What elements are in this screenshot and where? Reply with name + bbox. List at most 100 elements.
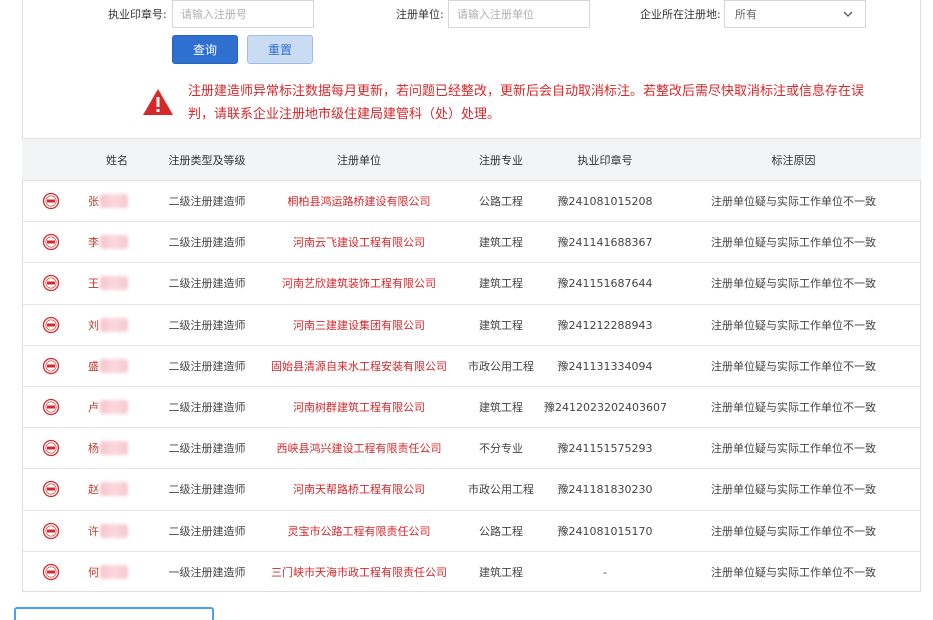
warning-stamp-icon — [42, 563, 60, 581]
seal-cell: 豫241212288943 — [544, 304, 666, 346]
name-redaction — [100, 400, 128, 415]
company-link[interactable]: 河南三建建设集团有限公司 — [260, 304, 458, 346]
name-cell: 何 — [80, 551, 154, 592]
company-link[interactable]: 灵宝市公路工程有限责任公司 — [260, 510, 458, 552]
table-row: 卢 二级注册建造师 河南树群建筑工程有限公司 建筑工程 豫24120232024… — [22, 386, 921, 429]
company-link[interactable]: 固始县清源自来水工程安装有限公司 — [260, 345, 458, 387]
stamp-cell — [22, 468, 80, 511]
warning-stamp-icon — [42, 481, 60, 498]
table-row: 赵 二级注册建造师 河南天帮路桥工程有限公司 市政公用工程 豫241181830… — [22, 468, 921, 511]
type-cell: 二级注册建造师 — [154, 468, 260, 511]
seal-cell: 豫241181830230 — [544, 468, 666, 511]
stamp-cell — [22, 180, 80, 223]
table-row: 张 二级注册建造师 桐柏县鸿运路桥建设有限公司 公路工程 豫2410810152… — [22, 180, 921, 223]
query-button[interactable]: 查询 — [172, 35, 238, 64]
header-unit: 注册单位 — [260, 138, 458, 181]
register-unit-label: 注册单位: — [396, 8, 444, 21]
name-redaction — [100, 358, 128, 373]
name-text: 卢 — [88, 401, 99, 415]
warning-icon — [143, 89, 173, 115]
register-unit-input[interactable] — [448, 0, 590, 28]
name-cell: 盛 — [80, 345, 154, 387]
seal-number-input[interactable] — [172, 0, 314, 28]
seal-cell: 豫241081015170 — [544, 510, 666, 552]
stamp-cell — [22, 427, 80, 470]
seal-cell: 豫241081015208 — [544, 180, 666, 223]
reason-cell: 注册单位疑与实际工作单位不一致 — [666, 468, 921, 511]
type-cell: 二级注册建造师 — [154, 345, 260, 387]
name-cell: 李 — [80, 221, 154, 264]
company-link[interactable]: 三门峡市天海市政工程有限责任公司 — [260, 551, 458, 592]
warning-stamp-icon — [42, 316, 60, 333]
table-header-row: 姓名 注册类型及等级 注册单位 注册专业 执业印章号 标注原因 — [22, 138, 921, 181]
name-cell: 杨 — [80, 427, 154, 470]
seal-cell: 豫241151575293 — [544, 427, 666, 470]
company-link[interactable]: 河南云飞建设工程有限公司 — [260, 221, 458, 264]
stamp-cell — [22, 386, 80, 429]
table-row: 王 二级注册建造师 河南艺欣建筑装饰工程有限公司 建筑工程 豫241151687… — [22, 262, 921, 305]
notice-text: 注册建造师异常标注数据每月更新，若问题已经整改，更新后会自动取消标注。若整改后需… — [188, 84, 865, 122]
header-type: 注册类型及等级 — [154, 138, 260, 181]
result-table: 姓名 注册类型及等级 注册单位 注册专业 执业印章号 标注原因 张 二级注册建造… — [22, 138, 921, 592]
major-cell: 公路工程 — [458, 180, 544, 223]
major-cell: 建筑工程 — [458, 262, 544, 305]
seal-cell: 豫2412023202403607 — [544, 386, 666, 429]
type-cell: 二级注册建造师 — [154, 262, 260, 305]
table-row: 刘 二级注册建造师 河南三建建设集团有限公司 建筑工程 豫24121228894… — [22, 304, 921, 346]
table-row: 杨 二级注册建造师 西峡县鸿兴建设工程有限责任公司 不分专业 豫24115157… — [22, 427, 921, 470]
type-cell: 二级注册建造师 — [154, 386, 260, 429]
name-text: 许 — [88, 524, 99, 538]
major-cell: 建筑工程 — [458, 304, 544, 346]
name-redaction — [100, 317, 128, 332]
warning-stamp-icon — [42, 234, 60, 251]
stamp-cell — [22, 551, 80, 592]
company-link[interactable]: 西峡县鸿兴建设工程有限责任公司 — [260, 427, 458, 470]
type-cell: 二级注册建造师 — [154, 304, 260, 346]
stamp-cell — [22, 345, 80, 387]
company-link[interactable]: 河南艺欣建筑装饰工程有限公司 — [260, 262, 458, 305]
reason-cell: 注册单位疑与实际工作单位不一致 — [711, 566, 876, 580]
name-cell: 卢 — [80, 386, 154, 429]
major-cell: 市政公用工程 — [458, 468, 544, 511]
company-link[interactable]: 桐柏县鸿运路桥建设有限公司 — [260, 180, 458, 223]
stamp-cell — [22, 262, 80, 305]
warning-stamp-icon — [42, 192, 60, 210]
reason-cell: 注册单位疑与实际工作单位不一致 — [666, 304, 921, 346]
bottom-input-edge[interactable] — [14, 607, 214, 620]
reason-cell: 注册单位疑与实际工作单位不一致 — [666, 345, 921, 387]
seal-number-label: 执业印章号: — [108, 8, 167, 21]
name-redaction — [100, 194, 128, 209]
name-redaction — [100, 523, 128, 538]
warning-stamp-icon — [42, 357, 60, 374]
name-text: 李 — [88, 236, 99, 250]
reason-cell: 注册单位疑与实际工作单位不一致 — [666, 221, 921, 264]
type-cell: 二级注册建造师 — [154, 221, 260, 264]
name-redaction — [100, 565, 128, 580]
stamp-cell — [22, 221, 80, 264]
table-row: 何 一级注册建造师 三门峡市天海市政工程有限责任公司 建筑工程 - 注册单位疑与… — [22, 551, 921, 592]
reason-cell: 注册单位疑与实际工作单位不一致 — [666, 262, 921, 305]
name-redaction — [100, 276, 128, 291]
name-redaction — [100, 235, 128, 250]
name-text: 赵 — [88, 483, 99, 497]
table-row: 李 二级注册建造师 河南云飞建设工程有限公司 建筑工程 豫24114168836… — [22, 221, 921, 264]
company-link[interactable]: 河南天帮路桥工程有限公司 — [260, 468, 458, 511]
seal-cell: - — [603, 565, 607, 579]
header-reason: 标注原因 — [666, 138, 921, 181]
reset-button[interactable]: 重置 — [247, 35, 313, 64]
warning-stamp-icon — [42, 275, 60, 292]
type-cell: 一级注册建造师 — [168, 566, 246, 580]
name-cell: 赵 — [80, 468, 154, 511]
major-cell: 建筑工程 — [458, 221, 544, 264]
reason-cell: 注册单位疑与实际工作单位不一致 — [666, 510, 921, 552]
company-link[interactable]: 河南树群建筑工程有限公司 — [260, 386, 458, 429]
seal-cell: 豫241131334094 — [544, 345, 666, 387]
warning-stamp-icon — [42, 440, 60, 457]
name-text: 何 — [88, 566, 99, 580]
name-cell: 王 — [80, 262, 154, 305]
seal-cell: 豫241151687644 — [544, 262, 666, 305]
warning-stamp-icon — [42, 522, 60, 539]
region-select[interactable]: 所有 — [724, 0, 866, 28]
header-name: 姓名 — [80, 138, 154, 181]
name-text: 盛 — [88, 359, 99, 373]
